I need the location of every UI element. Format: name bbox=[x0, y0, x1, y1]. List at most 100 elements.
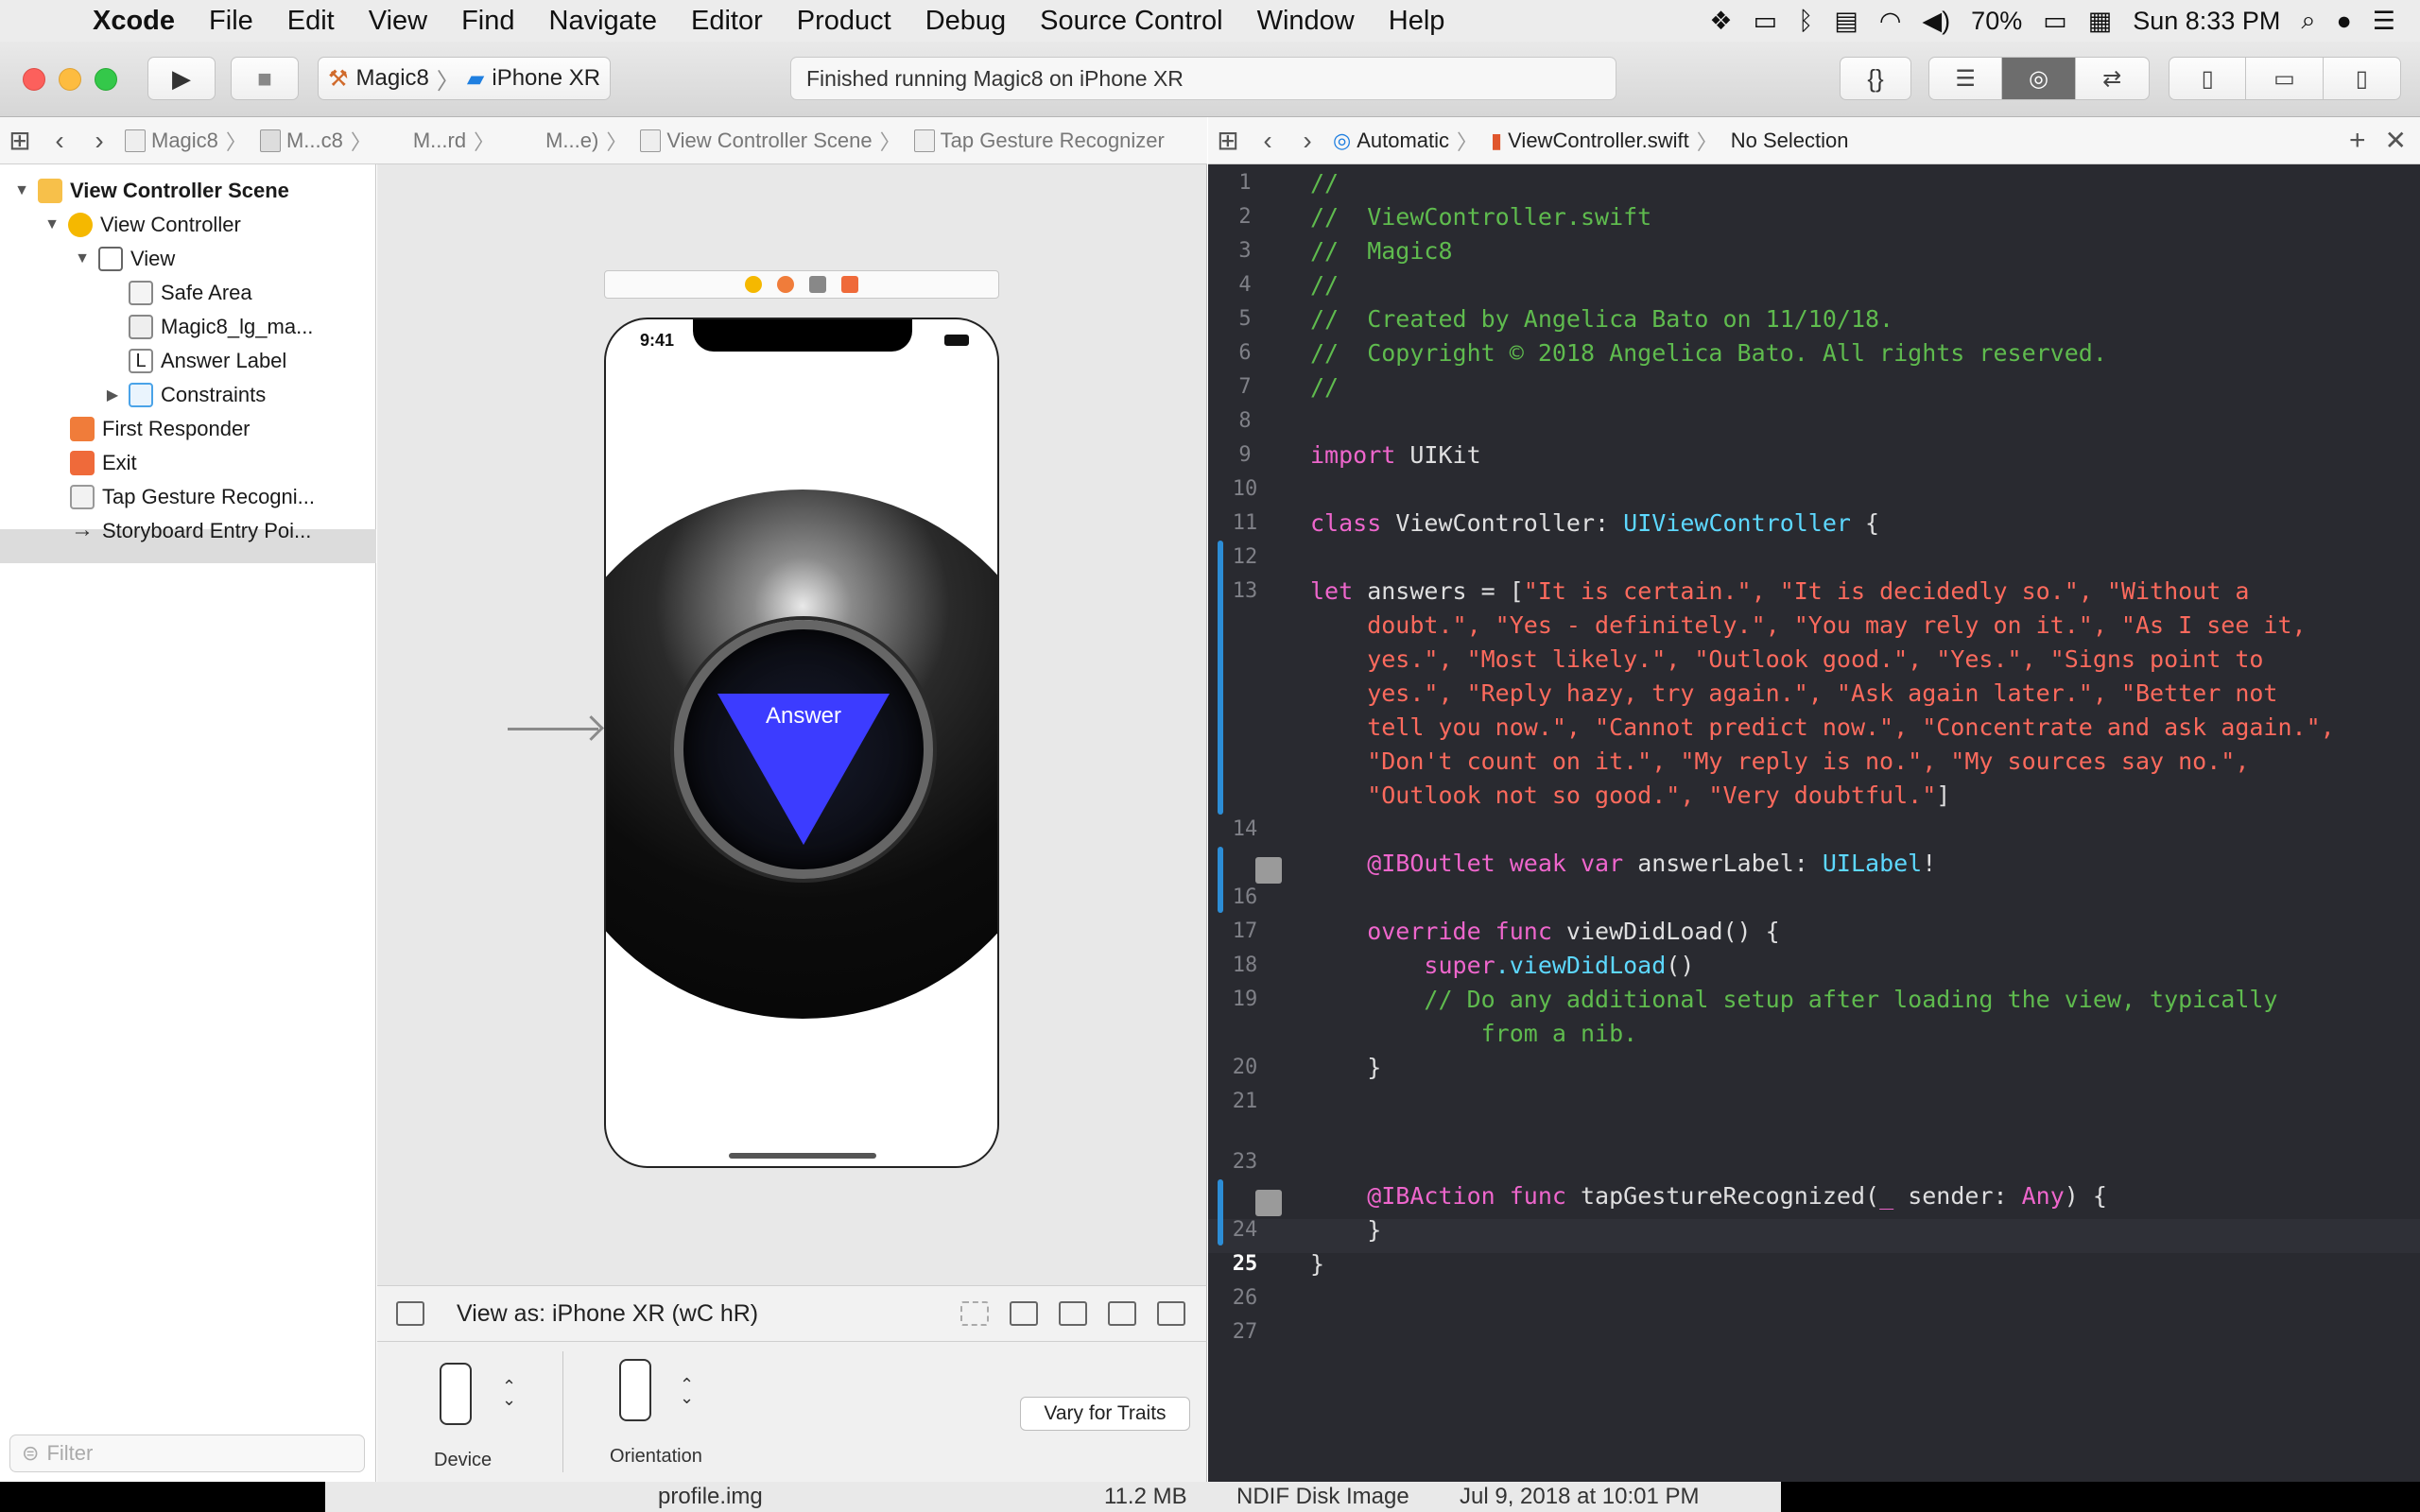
zoom-window-button[interactable] bbox=[95, 68, 117, 91]
storyboard-entry-arrow[interactable] bbox=[508, 728, 598, 730]
resolve-autolayout-icon[interactable] bbox=[1157, 1301, 1185, 1326]
chevron-right-icon: 〉 bbox=[436, 68, 459, 94]
magic8-image-view[interactable]: Answer bbox=[606, 490, 997, 1019]
close-editor-icon[interactable]: ✕ bbox=[2385, 125, 2420, 156]
add-constraints-icon[interactable] bbox=[1108, 1301, 1136, 1326]
menu-window[interactable]: Window bbox=[1240, 6, 1372, 37]
menubar-clock[interactable]: Sun 8:33 PM bbox=[2133, 7, 2280, 36]
outline-safe-area-label: Safe Area bbox=[161, 281, 252, 304]
outline-row-view[interactable]: ▼ View bbox=[74, 242, 175, 276]
back-button[interactable]: ‹ bbox=[1248, 126, 1288, 156]
standard-editor-button[interactable]: ☰ bbox=[1929, 58, 2003, 99]
siri-icon[interactable]: ● bbox=[2336, 7, 2351, 36]
outline-row-image-view[interactable]: Magic8_lg_ma... bbox=[129, 310, 313, 344]
jump-project[interactable]: Magic8 〉 bbox=[119, 126, 254, 156]
notification-center-icon[interactable]: ☰ bbox=[2373, 7, 2395, 36]
line-number: 20 bbox=[1232, 1056, 1258, 1079]
menu-find[interactable]: Find bbox=[444, 6, 531, 37]
menu-file[interactable]: File bbox=[192, 6, 270, 37]
jump-scene[interactable]: View Controller Scene 〉 bbox=[634, 126, 908, 156]
outline-row-answer-label[interactable]: L Answer Label bbox=[129, 344, 286, 378]
outline-row-view-controller[interactable]: ▼ View Controller bbox=[43, 208, 241, 242]
align-icon[interactable] bbox=[1059, 1301, 1087, 1326]
first-responder-dock-icon[interactable] bbox=[777, 276, 794, 293]
menu-debug[interactable]: Debug bbox=[908, 6, 1023, 37]
forward-button[interactable]: › bbox=[79, 126, 119, 156]
answer-label[interactable]: Answer bbox=[683, 703, 924, 730]
outline-row-first-responder[interactable]: First Responder bbox=[70, 412, 251, 446]
line-number: 18 bbox=[1232, 954, 1258, 977]
volume-icon[interactable]: ◀) bbox=[1922, 7, 1950, 36]
jump-file[interactable]: ▮ ViewController.swift 〉 bbox=[1485, 126, 1725, 156]
view-controller-dock-icon[interactable] bbox=[745, 276, 762, 293]
orientation-stepper-icon[interactable]: ⌃ ⌄ bbox=[680, 1376, 694, 1406]
disclosure-closed-icon[interactable]: ▶ bbox=[104, 386, 121, 404]
disclosure-open-icon[interactable]: ▼ bbox=[74, 250, 91, 267]
device-phone-icon[interactable] bbox=[440, 1363, 472, 1425]
memory-icon[interactable]: ▤ bbox=[1834, 7, 1858, 36]
menu-app-xcode[interactable]: Xcode bbox=[76, 6, 192, 37]
stop-button[interactable]: ■ bbox=[231, 57, 299, 100]
toggle-inspector-button[interactable]: ▯ bbox=[2324, 58, 2400, 99]
library-button[interactable]: {} bbox=[1840, 57, 1911, 100]
view-as-label[interactable]: View as: iPhone XR (wC hR) bbox=[457, 1300, 758, 1328]
wifi-icon[interactable]: ◠ bbox=[1879, 7, 1902, 36]
tap-gesture-dock-icon[interactable] bbox=[809, 276, 826, 293]
scheme-selector[interactable]: ⚒ Magic8 〉 ▰ iPhone XR bbox=[318, 57, 611, 100]
jump-selection[interactable]: No Selection bbox=[1725, 129, 1855, 153]
iphone-notch bbox=[693, 319, 912, 352]
disclosure-open-icon[interactable]: ▼ bbox=[13, 182, 30, 199]
menu-help[interactable]: Help bbox=[1372, 6, 1462, 37]
jump-gesture[interactable]: Tap Gesture Recognizer bbox=[908, 129, 1170, 153]
embed-in-stack-icon[interactable] bbox=[1010, 1301, 1038, 1326]
menu-view[interactable]: View bbox=[352, 6, 444, 37]
menu-navigate[interactable]: Navigate bbox=[532, 6, 674, 37]
assistant-editor-button[interactable]: ◎ bbox=[2002, 58, 2076, 99]
minimize-window-button[interactable] bbox=[59, 68, 81, 91]
back-button[interactable]: ‹ bbox=[40, 126, 79, 156]
update-frames-icon[interactable] bbox=[960, 1301, 989, 1326]
related-items-icon[interactable]: ⊞ bbox=[1208, 125, 1248, 156]
outline-row-constraints[interactable]: ▶ Constraints bbox=[104, 378, 266, 412]
add-editor-icon[interactable]: + bbox=[2349, 125, 2385, 157]
toggle-debug-area-button[interactable]: ▭ bbox=[2246, 58, 2324, 99]
finder-file-name[interactable]: profile.img bbox=[658, 1484, 763, 1510]
bluetooth-icon[interactable]: ᛒ bbox=[1798, 7, 1813, 36]
outline-row-tap-gesture[interactable]: Tap Gesture Recogni... bbox=[70, 480, 315, 514]
battery-icon[interactable]: ▭ bbox=[2043, 7, 2067, 36]
disclosure-open-icon[interactable]: ▼ bbox=[43, 216, 60, 233]
jump-storyboard[interactable]: M...rd 〉 bbox=[407, 126, 502, 156]
hide-outline-icon[interactable] bbox=[396, 1301, 424, 1326]
outline-row-exit[interactable]: Exit bbox=[70, 446, 137, 480]
device-stepper-icon[interactable]: ⌃ ⌄ bbox=[502, 1378, 516, 1408]
code-line: doubt.", "Yes - definitely.", "You may r… bbox=[1208, 609, 2420, 643]
calendar-icon[interactable]: ▦ bbox=[2088, 7, 2113, 36]
outline-row-safe-area[interactable]: Safe Area bbox=[129, 276, 252, 310]
dropbox-icon[interactable]: ❖ bbox=[1709, 7, 1732, 36]
version-editor-button[interactable]: ⇄ bbox=[2076, 58, 2149, 99]
forward-button[interactable]: › bbox=[1288, 126, 1327, 156]
jump-folder[interactable]: M...c8 〉 bbox=[254, 126, 379, 156]
toggle-navigator-button[interactable]: ▯ bbox=[2169, 58, 2247, 99]
outline-row-scene[interactable]: ▼ View Controller Scene bbox=[13, 174, 289, 208]
source-editor[interactable]: 1// 2// ViewController.swift 3// Magic8 … bbox=[1208, 164, 2420, 1482]
vary-for-traits-button[interactable]: Vary for Traits bbox=[1020, 1397, 1190, 1431]
menu-edit[interactable]: Edit bbox=[270, 6, 352, 37]
related-items-icon[interactable]: ⊞ bbox=[0, 125, 40, 156]
interface-builder-canvas[interactable]: 9:41 Answer bbox=[377, 164, 1207, 1285]
menu-source-control[interactable]: Source Control bbox=[1023, 6, 1239, 37]
jump-base[interactable]: M...e) 〉 bbox=[540, 126, 634, 156]
iphone-frame[interactable]: 9:41 Answer bbox=[604, 318, 999, 1168]
outline-filter-field[interactable]: ⊜ Filter bbox=[9, 1435, 365, 1472]
automatic-mode[interactable]: ◎ Automatic 〉 bbox=[1327, 126, 1485, 156]
orientation-phone-icon[interactable] bbox=[619, 1359, 651, 1421]
menu-editor[interactable]: Editor bbox=[674, 6, 780, 37]
airplay-icon[interactable]: ▭ bbox=[1754, 7, 1778, 36]
run-button[interactable]: ▶ bbox=[147, 57, 216, 100]
close-window-button[interactable] bbox=[23, 68, 45, 91]
outline-row-entry-point[interactable]: → Storyboard Entry Poi... bbox=[70, 514, 311, 548]
menu-product[interactable]: Product bbox=[780, 6, 908, 37]
spotlight-search-icon[interactable]: ⌕ bbox=[2301, 6, 2315, 36]
exit-dock-icon[interactable] bbox=[841, 276, 858, 293]
battery-percent[interactable]: 70% bbox=[1971, 7, 2022, 36]
